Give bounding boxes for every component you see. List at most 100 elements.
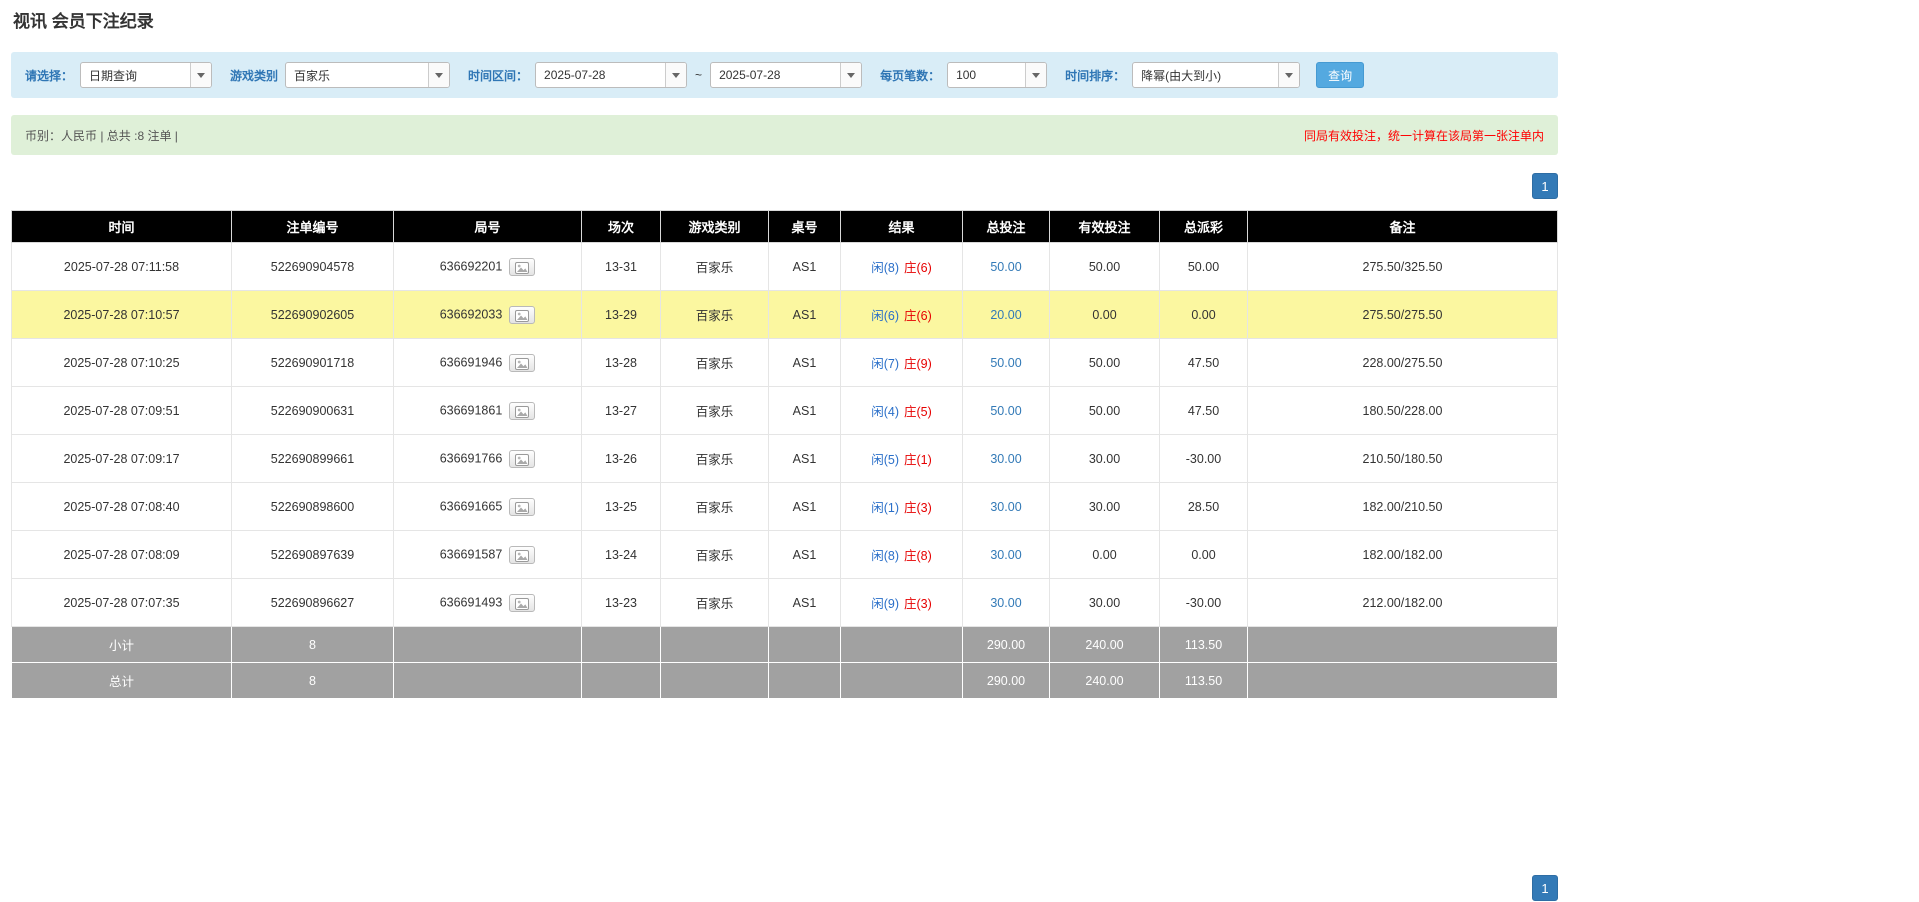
cell-total-bet: 30.00	[963, 579, 1050, 627]
game-type-dropdown-button[interactable]	[428, 63, 449, 87]
view-round-button[interactable]	[509, 594, 535, 612]
table-row: 2025-07-28 07:07:35 522690896627 6366914…	[12, 579, 1558, 627]
total-empty-cell	[661, 663, 769, 699]
total-bet-link[interactable]: 50.00	[990, 404, 1021, 418]
cell-time: 2025-07-28 07:11:58	[12, 243, 232, 291]
result-banker: 庄(3)	[904, 501, 932, 515]
header-table-no: 桌号	[769, 211, 841, 243]
game-type-value: 百家乐	[286, 63, 428, 87]
time-sort-combobox[interactable]: 降幂(由大到小)	[1132, 62, 1300, 88]
table-header-row: 时间 注单编号 局号 场次 游戏类别 桌号 结果 总投注 有效投注 总派彩 备注	[12, 211, 1558, 243]
result-player: 闲(9)	[871, 597, 899, 611]
date-to-picker[interactable]: 2025-07-28	[710, 62, 862, 88]
cell-note: 275.50/275.50	[1248, 291, 1558, 339]
cell-note: 228.00/275.50	[1248, 339, 1558, 387]
time-sort-label: 时间排序：	[1065, 67, 1125, 84]
cell-table-no: AS1	[769, 435, 841, 483]
result-player: 闲(7)	[871, 357, 899, 371]
view-round-button[interactable]	[509, 498, 535, 516]
query-type-combobox[interactable]: 日期查询	[80, 62, 212, 88]
cell-valid-bet: 50.00	[1050, 387, 1160, 435]
cell-session: 13-31	[582, 243, 661, 291]
video-record-icon	[515, 406, 529, 418]
view-round-button[interactable]	[509, 402, 535, 420]
cell-result: 闲(7)庄(9)	[841, 339, 963, 387]
game-type-label: 游戏类别	[230, 67, 278, 84]
total-bet-link[interactable]: 20.00	[990, 308, 1021, 322]
pagination-top: 1	[11, 173, 1558, 199]
page-button-1[interactable]: 1	[1532, 875, 1558, 901]
cell-result: 闲(4)庄(5)	[841, 387, 963, 435]
header-session: 场次	[582, 211, 661, 243]
page-size-dropdown-button[interactable]	[1025, 63, 1046, 87]
cell-table-no: AS1	[769, 339, 841, 387]
search-button[interactable]: 查询	[1316, 62, 1364, 88]
round-id: 636691587	[440, 547, 503, 561]
subtotal-empty-cell	[769, 627, 841, 663]
page-size-combobox[interactable]: 100	[947, 62, 1047, 88]
result-banker: 庄(6)	[904, 261, 932, 275]
total-bet-link[interactable]: 50.00	[990, 260, 1021, 274]
game-type-combobox[interactable]: 百家乐	[285, 62, 450, 88]
time-sort-value: 降幂(由大到小)	[1133, 63, 1278, 87]
currency-summary-text: 币别：人民币 | 总共 :8 注单 |	[25, 127, 178, 144]
cell-total-bet: 30.00	[963, 531, 1050, 579]
cell-game-type: 百家乐	[661, 339, 769, 387]
total-payout: 113.50	[1160, 663, 1248, 699]
view-round-button[interactable]	[509, 258, 535, 276]
cell-bet-id: 522690896627	[232, 579, 394, 627]
table-row: 2025-07-28 07:10:57 522690902605 6366920…	[12, 291, 1558, 339]
date-range-separator: ~	[695, 68, 702, 82]
cell-game-type: 百家乐	[661, 435, 769, 483]
query-type-dropdown-button[interactable]	[190, 63, 211, 87]
video-record-icon	[515, 550, 529, 562]
cell-result: 闲(1)庄(3)	[841, 483, 963, 531]
total-bet-link[interactable]: 30.00	[990, 548, 1021, 562]
cell-result: 闲(5)庄(1)	[841, 435, 963, 483]
total-bet-link[interactable]: 30.00	[990, 452, 1021, 466]
view-round-button[interactable]	[509, 354, 535, 372]
cell-total-bet: 50.00	[963, 387, 1050, 435]
time-range-label: 时间区间：	[468, 67, 528, 84]
header-result: 结果	[841, 211, 963, 243]
cell-total-bet: 50.00	[963, 243, 1050, 291]
time-sort-dropdown-button[interactable]	[1278, 63, 1299, 87]
cell-session: 13-23	[582, 579, 661, 627]
cell-payout: 50.00	[1160, 243, 1248, 291]
cell-session: 13-29	[582, 291, 661, 339]
cell-round-id: 636692033	[394, 291, 582, 339]
cell-valid-bet: 0.00	[1050, 531, 1160, 579]
total-bet-link[interactable]: 30.00	[990, 596, 1021, 610]
cell-time: 2025-07-28 07:09:51	[12, 387, 232, 435]
cell-table-no: AS1	[769, 387, 841, 435]
total-empty-cell	[394, 663, 582, 699]
round-id: 636692033	[440, 307, 503, 321]
subtotal-row: 小计 8 290.00 240.00 113.50	[12, 627, 1558, 663]
view-round-button[interactable]	[509, 546, 535, 564]
cell-note: 180.50/228.00	[1248, 387, 1558, 435]
header-payout: 总派彩	[1160, 211, 1248, 243]
result-banker: 庄(6)	[904, 309, 932, 323]
header-note: 备注	[1248, 211, 1558, 243]
cell-table-no: AS1	[769, 579, 841, 627]
result-banker: 庄(5)	[904, 405, 932, 419]
subtotal-empty-cell	[394, 627, 582, 663]
date-from-value: 2025-07-28	[536, 63, 665, 87]
cell-valid-bet: 50.00	[1050, 243, 1160, 291]
view-round-button[interactable]	[509, 306, 535, 324]
date-from-picker[interactable]: 2025-07-28	[535, 62, 687, 88]
total-empty-cell	[1248, 663, 1558, 699]
page-button-1[interactable]: 1	[1532, 173, 1558, 199]
date-to-dropdown-button[interactable]	[840, 63, 861, 87]
result-player: 闲(8)	[871, 549, 899, 563]
cell-session: 13-28	[582, 339, 661, 387]
video-record-icon	[515, 310, 529, 322]
cell-total-bet: 20.00	[963, 291, 1050, 339]
total-bet-link[interactable]: 50.00	[990, 356, 1021, 370]
date-from-dropdown-button[interactable]	[665, 63, 686, 87]
cell-result: 闲(8)庄(6)	[841, 243, 963, 291]
view-round-button[interactable]	[509, 450, 535, 468]
cell-valid-bet: 0.00	[1050, 291, 1160, 339]
total-bet-link[interactable]: 30.00	[990, 500, 1021, 514]
subtotal-total-bet: 290.00	[963, 627, 1050, 663]
